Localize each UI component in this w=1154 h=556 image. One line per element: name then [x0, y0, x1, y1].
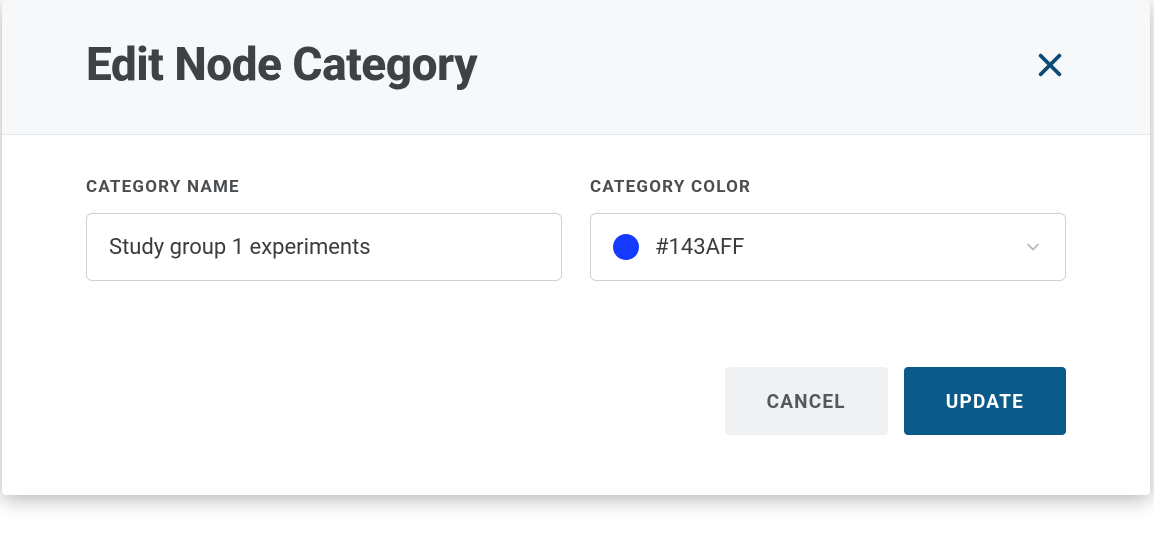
chevron-down-icon	[1023, 237, 1043, 257]
category-color-label: CATEGORY COLOR	[590, 177, 1066, 197]
modal-body: CATEGORY NAME CATEGORY COLOR #143AFF CAN…	[2, 135, 1150, 495]
form-row: CATEGORY NAME CATEGORY COLOR #143AFF	[86, 177, 1066, 281]
category-name-label: CATEGORY NAME	[86, 177, 562, 197]
category-color-value: #143AFF	[655, 235, 1023, 260]
category-color-select[interactable]: #143AFF	[590, 213, 1066, 281]
cancel-button[interactable]: CANCEL	[725, 367, 888, 435]
category-color-group: CATEGORY COLOR #143AFF	[590, 177, 1066, 281]
category-name-group: CATEGORY NAME	[86, 177, 562, 281]
modal-footer: CANCEL UPDATE	[86, 281, 1066, 435]
edit-node-category-modal: Edit Node Category CATEGORY NAME CATEGOR…	[2, 0, 1150, 495]
close-icon	[1036, 51, 1064, 79]
modal-title: Edit Node Category	[86, 38, 477, 92]
modal-header: Edit Node Category	[2, 0, 1150, 135]
update-button[interactable]: UPDATE	[904, 367, 1066, 435]
close-button[interactable]	[1034, 49, 1066, 81]
category-name-input[interactable]	[86, 213, 562, 281]
color-swatch	[613, 234, 639, 260]
